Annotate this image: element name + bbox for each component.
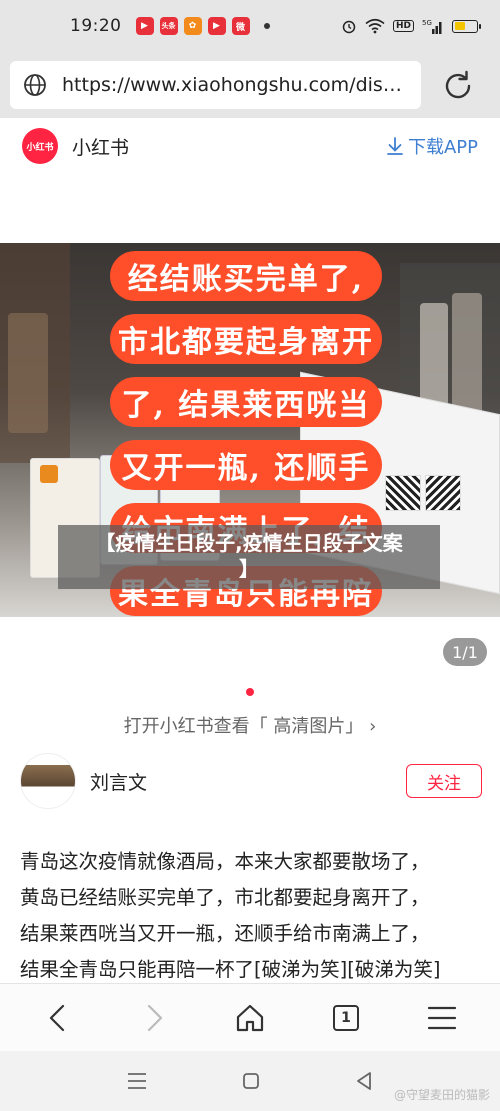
status-time: 19:20 (70, 16, 122, 36)
caption-line: 经结账买完单了, (110, 251, 382, 301)
tab-count-icon: 1 (333, 1004, 359, 1031)
menu-icon (427, 1006, 457, 1029)
signal-icon: 5G (422, 19, 442, 34)
caption-line: 市北都要起身离开 (110, 314, 382, 364)
menu-button[interactable] (417, 993, 467, 1043)
status-bar: 19:20 ▶ 头条 ✿ ▶ 微 HD 5G (0, 0, 500, 52)
status-indicators: HD 5G (341, 18, 481, 34)
post-title-overlay: 【疫情生日段子,疫情生日段子文案 】 (58, 525, 440, 589)
svg-text:5G: 5G (422, 19, 432, 27)
author-row: 刘言文 关注 (20, 752, 482, 810)
site-name: 小红书 (72, 136, 130, 159)
globe-icon (24, 74, 46, 96)
browser-bottom-nav: 1 (0, 983, 500, 1051)
caption-line: 了, 结果莱西咣当 (110, 377, 382, 427)
chevron-left-icon (49, 1004, 65, 1031)
app-icon-orange: ✿ (183, 17, 202, 35)
browser-toolbar: https://www.xiaohongshu.com/disc... (0, 52, 500, 118)
post-content: 青岛这次疫情就像酒局，本来大家都要散场了， 黄岛已经结账买完单了，市北都要起身离… (20, 844, 480, 988)
post-title-line: 】 (239, 557, 259, 581)
notification-dot-icon (263, 23, 270, 29)
open-in-app-link[interactable]: 打开小红书查看「 高清图片」 › (0, 712, 500, 738)
forward-button[interactable] (129, 993, 179, 1043)
content-line: 结果莱西咣当又开一瓶，还顺手给市南满上了， (20, 922, 430, 945)
url-text[interactable]: https://www.xiaohongshu.com/disc... (62, 74, 402, 96)
image-page-counter: 1/1 (443, 638, 487, 666)
carousel-dot (246, 688, 254, 696)
caption-line: 又开一瓶, 还顺手 (110, 440, 382, 490)
follow-button[interactable]: 关注 (406, 764, 482, 798)
site-header: 小红书 小红书 下载APP (0, 118, 500, 174)
video-icon: ▶ (207, 17, 226, 35)
post-title-line: 【疫情生日段子,疫情生日段子文案 (95, 531, 403, 555)
download-app-label: 下载APP (407, 137, 478, 158)
download-icon (387, 137, 403, 155)
hd-icon: HD (392, 20, 414, 32)
author-name[interactable]: 刘言文 (90, 768, 147, 795)
content-line: 黄岛已经结账买完单了，市北都要起身离开了， (20, 886, 430, 909)
recent-apps-icon[interactable] (127, 1072, 147, 1090)
download-app-button[interactable]: 下载APP (386, 133, 478, 159)
battery-icon (452, 19, 481, 33)
toutiao-icon: 头条 (159, 17, 178, 35)
xiaohongshu-logo[interactable]: 小红书 (22, 128, 58, 164)
home-square-icon[interactable] (242, 1072, 260, 1090)
reload-icon[interactable] (440, 68, 476, 104)
post-image[interactable]: 经结账买完单了, 市北都要起身离开 了, 结果莱西咣当 又开一瓶, 还顺手 给市… (0, 243, 500, 617)
wifi-icon (365, 18, 385, 34)
home-icon (236, 1004, 264, 1031)
alarm-icon (342, 20, 356, 34)
weibo-icon: 微 (231, 17, 250, 35)
back-triangle-icon[interactable] (355, 1071, 373, 1091)
address-bar[interactable]: https://www.xiaohongshu.com/disc... (10, 61, 421, 109)
chevron-right-icon (147, 1004, 163, 1031)
watermark: @守望麦田的猫影 (393, 1088, 490, 1102)
back-button[interactable] (33, 993, 83, 1043)
app-icon-red: ▶ (135, 17, 154, 35)
avatar[interactable] (20, 753, 76, 809)
tabs-button[interactable]: 1 (321, 993, 371, 1043)
home-button[interactable] (225, 993, 275, 1043)
content-line: 青岛这次疫情就像酒局，本来大家都要散场了， (20, 850, 430, 873)
